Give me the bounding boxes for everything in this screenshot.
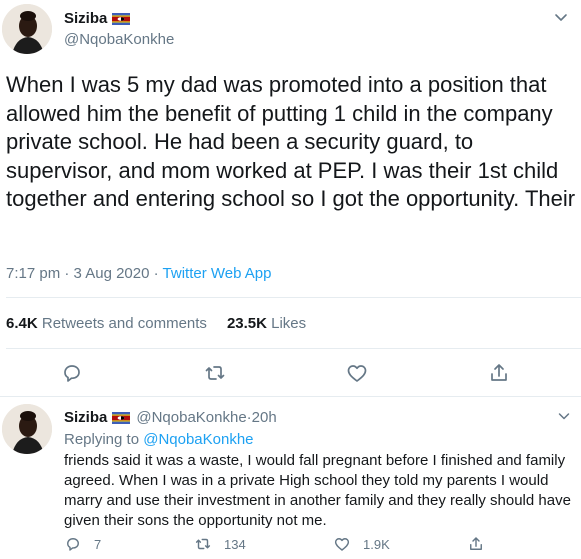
author-name-row: Siziba bbox=[64, 10, 131, 27]
share-icon[interactable] bbox=[487, 361, 511, 385]
reply-age[interactable]: 20h bbox=[252, 409, 277, 426]
eswatini-flag-icon bbox=[112, 12, 131, 25]
replying-prefix: Replying to bbox=[64, 431, 144, 448]
replying-to: Replying to @NqobaKonkhe bbox=[64, 431, 254, 448]
retweets-label: Retweets and comments bbox=[37, 315, 207, 332]
tweet-meta: 7:17 pm · 3 Aug 2020 · Twitter Web App bbox=[6, 265, 271, 282]
reply-icon[interactable] bbox=[60, 361, 84, 385]
share-icon bbox=[470, 537, 482, 550]
retweet-action[interactable]: 134 bbox=[194, 535, 246, 553]
divider bbox=[6, 348, 581, 349]
like-count: 1.9K bbox=[363, 536, 390, 552]
likes-stat[interactable]: 23.5K Likes bbox=[227, 315, 306, 332]
reply-count: 7 bbox=[94, 536, 102, 552]
main-tweet: Siziba @NqobaKonkhe When I was 5 my dad … bbox=[0, 0, 581, 393]
retweet-count: 134 bbox=[224, 536, 246, 552]
chevron-down-icon[interactable] bbox=[552, 8, 570, 26]
like-icon bbox=[334, 538, 350, 551]
divider bbox=[6, 297, 581, 298]
reply-icon bbox=[67, 538, 79, 551]
retweets-stat[interactable]: 6.4K Retweets and comments bbox=[6, 315, 207, 332]
retweet-icon[interactable] bbox=[203, 361, 227, 385]
reply-text: friends said it was a waste, I would fal… bbox=[64, 452, 571, 529]
reply-author-display-name[interactable]: Siziba bbox=[64, 409, 107, 426]
reply-author-row: Siziba @NqobaKonkhe · 20h bbox=[64, 409, 277, 426]
likes-count: 23.5K bbox=[226, 315, 267, 332]
retweets-count: 6.4K bbox=[6, 315, 38, 332]
likes-label: Likes bbox=[266, 315, 307, 332]
chevron-down-icon[interactable] bbox=[556, 408, 572, 424]
tweet-time[interactable]: 7:17 pm bbox=[6, 265, 60, 282]
author-display-name[interactable]: Siziba bbox=[64, 10, 107, 27]
reply-action[interactable]: 7 bbox=[64, 535, 101, 553]
tweet-actions bbox=[0, 361, 581, 385]
meta-separator: · bbox=[149, 265, 163, 282]
meta-separator: · bbox=[60, 265, 74, 282]
reply-actions: 7 134 1.9K bbox=[0, 535, 581, 555]
like-action[interactable]: 1.9K bbox=[333, 535, 390, 553]
avatar[interactable] bbox=[2, 4, 52, 54]
author-handle[interactable]: @NqobaKonkhe bbox=[64, 31, 174, 48]
replying-to-handle[interactable]: @NqobaKonkhe bbox=[143, 431, 253, 448]
avatar[interactable] bbox=[2, 404, 52, 454]
share-action[interactable] bbox=[467, 535, 497, 553]
tweet-source-link[interactable]: Twitter Web App bbox=[163, 265, 272, 282]
retweet-icon bbox=[195, 538, 211, 550]
reply-author-handle[interactable]: @NqobaKonkhe bbox=[136, 409, 246, 426]
tweet-stats: 6.4K Retweets and comments 23.5K Likes bbox=[6, 315, 326, 332]
tweet-date[interactable]: 3 Aug 2020 bbox=[74, 265, 150, 282]
tweet-text: When I was 5 my dad was promoted into a … bbox=[6, 72, 576, 211]
like-icon[interactable] bbox=[345, 361, 369, 385]
divider bbox=[0, 396, 581, 397]
eswatini-flag-icon bbox=[112, 411, 131, 424]
